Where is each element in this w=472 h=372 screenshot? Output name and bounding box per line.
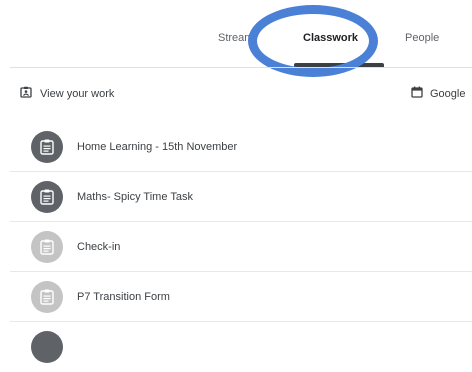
tab-people[interactable]: People [405, 32, 439, 44]
calendar-icon [411, 86, 423, 101]
assignment-icon [31, 181, 63, 213]
assignment-icon [31, 231, 63, 263]
view-your-work-label: View your work [40, 87, 115, 100]
classwork-list: Home Learning - 15th November Maths- Spi… [0, 122, 472, 372]
google-calendar-label: Google [430, 87, 466, 100]
list-item[interactable]: Home Learning - 15th November [0, 122, 472, 172]
list-item[interactable]: P7 Transition Form [0, 272, 472, 322]
assignment-icon [31, 281, 63, 313]
assignment-title: Maths- Spicy Time Task [77, 191, 193, 203]
list-item[interactable]: Maths- Spicy Time Task [0, 172, 472, 222]
tab-classwork[interactable]: Classwork [303, 32, 358, 44]
classwork-toolbar: View your work Google [0, 86, 472, 104]
assignment-title: Check-in [77, 241, 121, 253]
google-calendar-link[interactable]: Google [411, 86, 465, 101]
assignment-title: P7 Transition Form [77, 291, 170, 303]
list-item[interactable]: Check-in [0, 222, 472, 272]
assignment-ind-icon [20, 86, 32, 101]
view-your-work-link[interactable]: View your work [20, 86, 114, 101]
tab-stream[interactable]: Stream [218, 32, 252, 44]
assignment-icon [31, 131, 63, 163]
tab-bar: Stream Classwork People [0, 0, 472, 77]
tabs-divider [10, 67, 472, 68]
assignment-title: Home Learning - 15th November [77, 141, 238, 153]
assignment-icon [31, 331, 63, 363]
list-item[interactable] [0, 322, 472, 372]
